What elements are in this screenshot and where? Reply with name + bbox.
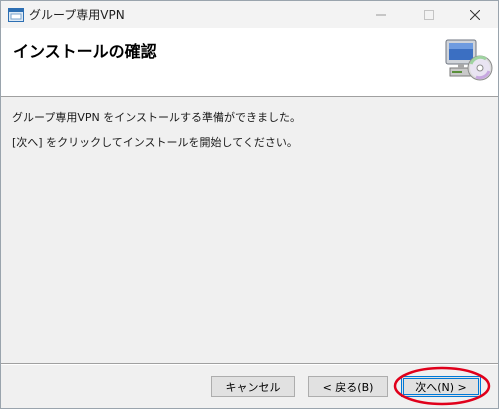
page-title: インストールの確認 [13,42,157,61]
window-title: グループ専用VPN [29,8,125,22]
footer-divider [1,363,498,365]
close-icon [470,9,480,20]
ready-message: グループ専用VPN をインストールする準備ができました。 [12,111,302,124]
close-button[interactable] [452,1,498,28]
instruction-message: [次へ] をクリックしてインストールを開始してください。 [12,136,298,149]
computer-cd-icon [442,38,494,84]
minimize-button[interactable] [358,1,404,28]
next-button-label: 次へ(N) > [415,380,467,394]
installer-app-icon [8,7,24,22]
next-button[interactable]: 次へ(N) > [401,376,481,397]
maximize-icon [424,9,434,20]
back-button[interactable]: < 戻る(B) [308,376,388,397]
cancel-button[interactable]: キャンセル [211,376,295,397]
wizard-header: インストールの確認 [1,28,498,97]
minimize-icon [376,14,386,15]
title-bar[interactable]: グループ専用VPN [1,1,498,28]
installer-window: グループ専用VPN インストールの確認 グループ専用VPN をインストールする準… [0,0,499,409]
maximize-button[interactable] [406,1,452,28]
